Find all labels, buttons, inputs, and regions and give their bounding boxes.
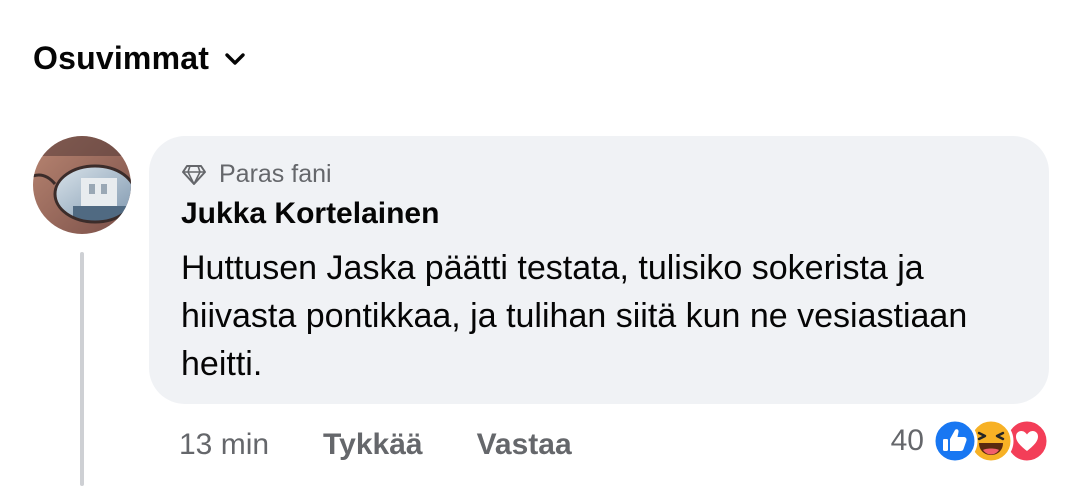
- thread-line: [80, 252, 84, 486]
- comments-section: Osuvimmat Paras fani Jukka Kortelainen H…: [0, 0, 1080, 486]
- comment-time[interactable]: 13 min: [179, 428, 269, 462]
- sort-label: Osuvimmat: [33, 40, 210, 76]
- reaction-count: 40: [890, 424, 924, 457]
- like-button[interactable]: Tykkää: [323, 428, 423, 462]
- diamond-icon: [182, 164, 206, 185]
- reply-button[interactable]: Vastaa: [477, 428, 572, 462]
- reactions-summary[interactable]: 40: [891, 418, 1050, 464]
- reaction-icons: [932, 418, 1050, 464]
- badge-label: Paras fani: [219, 160, 332, 188]
- avatar[interactable]: [33, 136, 131, 234]
- comment-bubble: Paras fani Jukka Kortelainen Huttusen Ja…: [149, 136, 1049, 404]
- chevron-down-icon: [225, 52, 245, 65]
- profile-photo: [33, 136, 131, 234]
- like-icon: [932, 418, 978, 464]
- comment-actions: 13 min Tykkää Vastaa: [179, 428, 572, 462]
- top-fan-badge[interactable]: Paras fani: [181, 160, 332, 189]
- author-name[interactable]: Jukka Kortelainen: [181, 197, 439, 231]
- sort-dropdown[interactable]: Osuvimmat: [33, 40, 247, 77]
- comment-text: Huttusen Jaska päätti testata, tulisiko …: [181, 249, 968, 383]
